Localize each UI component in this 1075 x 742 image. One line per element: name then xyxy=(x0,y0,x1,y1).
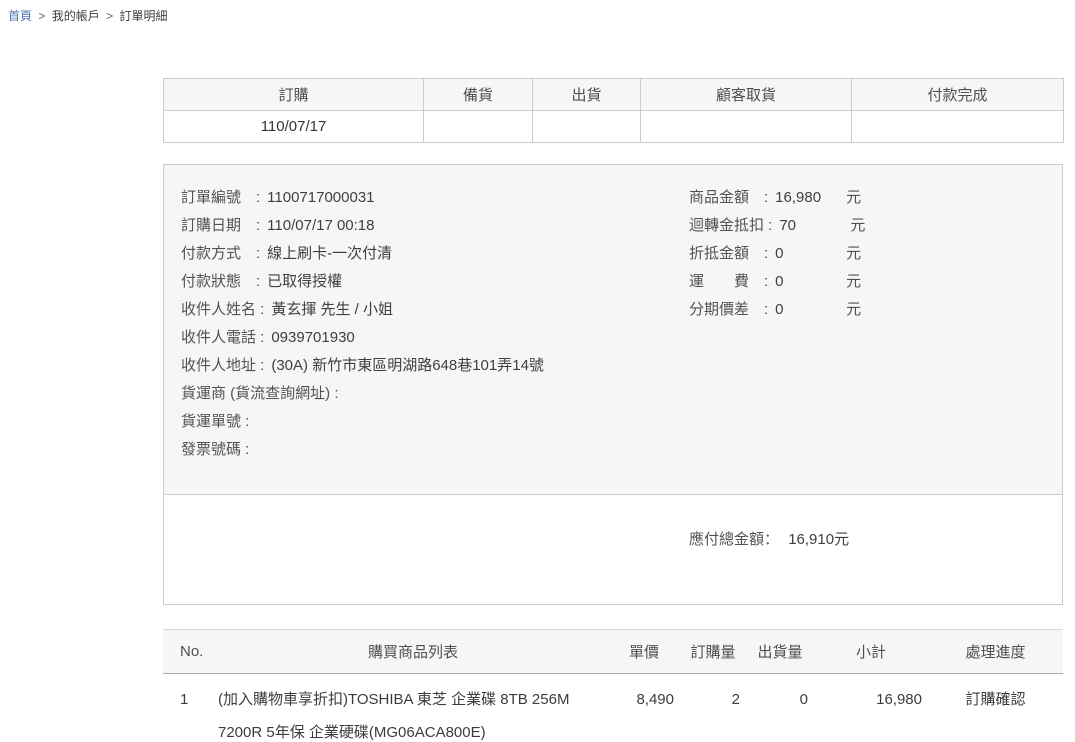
item-status: 訂購確認 xyxy=(928,674,1063,742)
recipient-address-row: 收件人地址 : (30A) 新竹市東區明湖路648巷101弄14號 xyxy=(181,352,686,380)
recipient-name-label: 收件人姓名 : xyxy=(181,296,264,324)
installment-diff-row: 分期價差 : 0 元 xyxy=(689,296,865,324)
rebate-deduction-row: 迴轉金抵扣 : 70 元 xyxy=(689,212,865,240)
discount-amount-value: 0 xyxy=(775,240,839,268)
item-subtotal: 16,980 xyxy=(814,674,928,742)
items-col-process-status: 處理進度 xyxy=(928,630,1063,674)
breadcrumb: 首頁 > 我的帳戶 > 訂單明細 xyxy=(0,0,1075,23)
payment-status-value: 已取得授權 xyxy=(267,268,342,296)
status-payment-complete-date xyxy=(852,111,1064,143)
order-number-value: 1100717000031 xyxy=(267,184,374,212)
order-info-left-column: 訂單編號 : 1100717000031 訂購日期 : 110/07/17 00… xyxy=(181,184,686,464)
discount-amount-label: 折抵金額 : xyxy=(689,240,768,268)
payment-status-label: 付款狀態 : xyxy=(181,268,260,296)
order-date-row: 訂購日期 : 110/07/17 00:18 xyxy=(181,212,686,240)
carrier-row: 貨運商 (貨流查詢網址) : xyxy=(181,380,686,408)
breadcrumb-separator: > xyxy=(106,9,113,23)
installment-diff-value: 0 xyxy=(775,296,839,324)
shipping-fee-label: 運 費 : xyxy=(689,268,768,296)
tracking-number-row: 貨運單號 : xyxy=(181,408,686,436)
shipping-fee-unit: 元 xyxy=(846,268,861,296)
breadcrumb-separator: > xyxy=(38,9,45,23)
item-no: 1 xyxy=(163,674,218,742)
product-amount-row: 商品金額 : 16,980 元 xyxy=(689,184,865,212)
order-amounts-column: 商品金額 : 16,980 元 迴轉金抵扣 : 70 元 折抵金額 : 0 元 xyxy=(689,184,865,324)
shipping-fee-row: 運 費 : 0 元 xyxy=(689,268,865,296)
status-shipped-date xyxy=(533,111,641,143)
item-order-qty: 2 xyxy=(680,674,746,742)
status-col-preparing: 備貨 xyxy=(424,79,533,111)
payment-status-row: 付款狀態 : 已取得授權 xyxy=(181,268,686,296)
status-customer-pickup-date xyxy=(641,111,852,143)
recipient-address-label: 收件人地址 : xyxy=(181,352,264,380)
product-amount-label: 商品金額 : xyxy=(689,184,768,212)
status-value-row: 110/07/17 xyxy=(164,111,1064,143)
breadcrumb-my-account-link[interactable]: 我的帳戶 xyxy=(52,9,100,23)
product-amount-value: 16,980 xyxy=(775,184,839,212)
order-items-table: No. 購買商品列表 單價 訂購量 出貨量 小計 處理進度 1 (加入購物車享折… xyxy=(163,629,1063,742)
item-product-name: (加入購物車享折扣)TOSHIBA 東芝 企業碟 8TB 256M 7200R … xyxy=(218,674,608,742)
recipient-phone-label: 收件人電話 : xyxy=(181,324,264,352)
order-date-value: 110/07/17 00:18 xyxy=(267,212,374,240)
discount-amount-row: 折抵金額 : 0 元 xyxy=(689,240,865,268)
order-date-label: 訂購日期 : xyxy=(181,212,260,240)
status-col-payment-complete: 付款完成 xyxy=(852,79,1064,111)
order-status-table: 訂購 備貨 出貨 顧客取貨 付款完成 110/07/17 xyxy=(163,78,1064,143)
shipping-fee-value: 0 xyxy=(775,268,839,296)
payment-method-label: 付款方式 : xyxy=(181,240,260,268)
status-col-ordered: 訂購 xyxy=(164,79,424,111)
payment-method-row: 付款方式 : 線上刷卡-一次付清 xyxy=(181,240,686,268)
tracking-number-label: 貨運單號 : xyxy=(181,408,249,436)
product-amount-unit: 元 xyxy=(846,184,861,212)
discount-amount-unit: 元 xyxy=(846,240,861,268)
rebate-deduction-label: 迴轉金抵扣 : xyxy=(689,212,772,240)
payable-total-label: 應付總金額： xyxy=(689,531,779,548)
items-col-no: No. xyxy=(163,630,218,674)
recipient-name-row: 收件人姓名 : 黃玄揮 先生 / 小姐 xyxy=(181,296,686,324)
order-number-label: 訂單編號 : xyxy=(181,184,260,212)
invoice-number-label: 發票號碼 : xyxy=(181,436,249,464)
status-col-shipped: 出貨 xyxy=(533,79,641,111)
installment-diff-unit: 元 xyxy=(846,296,861,324)
recipient-phone-row: 收件人電話 : 0939701930 xyxy=(181,324,686,352)
items-col-order-qty: 訂購量 xyxy=(680,630,746,674)
status-preparing-date xyxy=(424,111,533,143)
main-content: 訂購 備貨 出貨 顧客取貨 付款完成 110/07/17 xyxy=(163,78,1063,742)
breadcrumb-current-page: 訂單明細 xyxy=(119,9,167,23)
recipient-address-value: (30A) 新竹市東區明湖路648巷101弄14號 xyxy=(271,352,544,380)
breadcrumb-home-link[interactable]: 首頁 xyxy=(8,9,32,23)
status-ordered-date: 110/07/17 xyxy=(164,111,424,143)
status-col-customer-pickup: 顧客取貨 xyxy=(641,79,852,111)
installment-diff-label: 分期價差 : xyxy=(689,296,768,324)
rebate-deduction-unit: 元 xyxy=(850,212,865,240)
order-detail-page: 首頁 > 我的帳戶 > 訂單明細 訂購 備貨 出貨 顧客取貨 付款完成 xyxy=(0,0,1075,742)
carrier-label: 貨運商 (貨流查詢網址) : xyxy=(181,380,339,408)
order-info-section: 訂單編號 : 1100717000031 訂購日期 : 110/07/17 00… xyxy=(164,165,1062,495)
payment-method-value: 線上刷卡-一次付清 xyxy=(267,240,392,268)
payable-total-value: 16,910元 xyxy=(788,531,849,548)
order-info-box: 訂單編號 : 1100717000031 訂購日期 : 110/07/17 00… xyxy=(163,164,1063,605)
recipient-name-value: 黃玄揮 先生 / 小姐 xyxy=(271,296,393,324)
items-col-subtotal: 小計 xyxy=(814,630,928,674)
item-unit-price: 8,490 xyxy=(608,674,680,742)
order-number-row: 訂單編號 : 1100717000031 xyxy=(181,184,686,212)
recipient-phone-value: 0939701930 xyxy=(271,324,354,352)
item-ship-qty: 0 xyxy=(746,674,814,742)
items-col-ship-qty: 出貨量 xyxy=(746,630,814,674)
items-col-unit-price: 單價 xyxy=(608,630,680,674)
order-item-row: 1 (加入購物車享折扣)TOSHIBA 東芝 企業碟 8TB 256M 7200… xyxy=(163,674,1063,742)
invoice-number-row: 發票號碼 : xyxy=(181,436,686,464)
items-col-product-list: 購買商品列表 xyxy=(218,630,608,674)
payable-total-section: 應付總金額： 16,910元 xyxy=(164,495,1062,604)
items-header-row: No. 購買商品列表 單價 訂購量 出貨量 小計 處理進度 xyxy=(163,630,1063,674)
status-header-row: 訂購 備貨 出貨 顧客取貨 付款完成 xyxy=(164,79,1064,111)
rebate-deduction-value: 70 xyxy=(779,212,843,240)
